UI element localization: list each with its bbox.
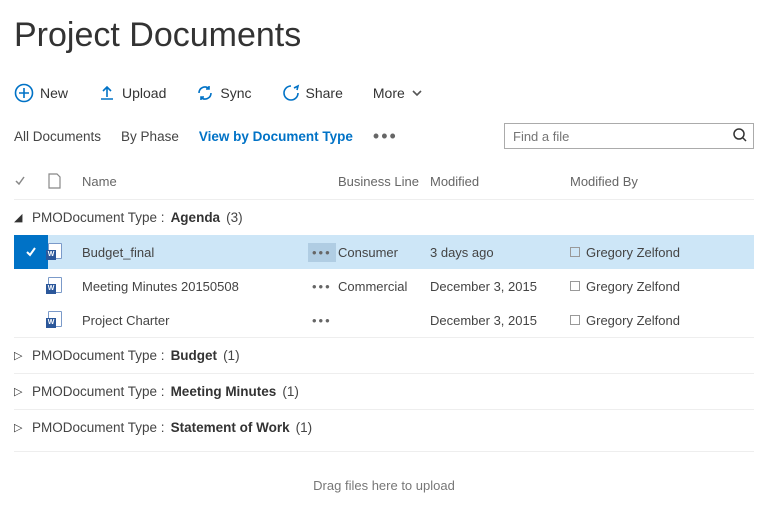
drop-zone-hint: Drag files here to upload <box>14 451 754 503</box>
user-presence-icon <box>570 247 580 257</box>
group-prefix: PMODocument Type : <box>32 420 165 435</box>
modified-cell: 3 days ago <box>430 245 570 260</box>
group-label: Agenda <box>171 210 221 225</box>
row-more-button[interactable]: ••• <box>308 243 336 262</box>
modified-by-cell: Gregory Zelfond <box>570 245 754 260</box>
page-title: Project Documents <box>14 16 754 55</box>
share-button[interactable]: Share <box>282 84 343 102</box>
search-icon[interactable] <box>732 127 748 143</box>
document-table: Name Business Line Modified Modified By … <box>14 169 754 445</box>
new-button[interactable]: New <box>14 83 68 103</box>
file-type-icon <box>48 311 78 330</box>
group-label: Meeting Minutes <box>171 384 277 399</box>
more-views-button[interactable]: ••• <box>373 126 398 147</box>
new-label: New <box>40 85 68 101</box>
sync-label: Sync <box>220 85 251 101</box>
caret-down-icon: ◢ <box>14 211 26 224</box>
more-button[interactable]: More <box>373 85 423 101</box>
group-label: Statement of Work <box>171 420 290 435</box>
modified-by-cell: Gregory Zelfond <box>570 279 754 294</box>
table-row[interactable]: Project Charter••• December 3, 2015Gregor… <box>14 303 754 337</box>
column-business-line[interactable]: Business Line <box>338 174 430 189</box>
file-type-icon <box>48 243 78 262</box>
business-line-cell: Commercial <box>338 279 430 294</box>
caret-right-icon: ▷ <box>14 385 26 398</box>
group-count: (3) <box>226 210 243 225</box>
sync-button[interactable]: Sync <box>196 84 251 102</box>
user-presence-icon <box>570 281 580 291</box>
view-all-documents[interactable]: All Documents <box>14 129 101 144</box>
table-row[interactable]: Meeting Minutes 20150508•••CommercialDec… <box>14 269 754 303</box>
word-doc-icon <box>48 311 62 327</box>
select-all-checkbox[interactable] <box>14 175 48 187</box>
search-input[interactable] <box>504 123 754 149</box>
search-box <box>504 123 754 149</box>
row-more-button[interactable]: ••• <box>308 277 336 296</box>
column-modified[interactable]: Modified <box>430 174 570 189</box>
views-bar: All Documents By Phase View by Document … <box>14 126 398 147</box>
check-icon <box>25 246 37 258</box>
business-line-cell: Consumer <box>338 245 430 260</box>
group-header[interactable]: ◢ PMODocument Type : Agenda (3) <box>14 199 754 235</box>
sync-icon <box>196 84 214 102</box>
group-header[interactable]: ▷ PMODocument Type : Meeting Minutes (1) <box>14 373 754 409</box>
view-by-phase[interactable]: By Phase <box>121 129 179 144</box>
plus-circle-icon <box>14 83 34 103</box>
group-count: (1) <box>223 348 240 363</box>
group-count: (1) <box>282 384 299 399</box>
group-header[interactable]: ▷ PMODocument Type : Statement of Work (1… <box>14 409 754 445</box>
column-modified-by[interactable]: Modified By <box>570 174 754 189</box>
share-icon <box>282 84 300 102</box>
upload-button[interactable]: Upload <box>98 84 166 102</box>
group-prefix: PMODocument Type : <box>32 384 165 399</box>
modified-by-cell: Gregory Zelfond <box>570 313 754 328</box>
group-prefix: PMODocument Type : <box>32 348 165 363</box>
group-label: Budget <box>171 348 218 363</box>
view-by-document-type[interactable]: View by Document Type <box>199 129 353 144</box>
group-header[interactable]: ▷ PMODocument Type : Budget (1) <box>14 337 754 373</box>
row-checkbox[interactable] <box>14 235 48 269</box>
modified-cell: December 3, 2015 <box>430 313 570 328</box>
toolbar: New Upload Sync Share More <box>14 83 754 103</box>
more-label: More <box>373 85 405 101</box>
upload-label: Upload <box>122 85 166 101</box>
file-type-icon <box>48 277 78 296</box>
share-label: Share <box>306 85 343 101</box>
column-name[interactable]: Name <box>78 174 308 189</box>
file-name[interactable]: Meeting Minutes 20150508 <box>78 279 308 294</box>
row-more-button[interactable]: ••• <box>308 311 336 330</box>
caret-right-icon: ▷ <box>14 421 26 434</box>
group-count: (1) <box>296 420 313 435</box>
word-doc-icon <box>48 243 62 259</box>
caret-right-icon: ▷ <box>14 349 26 362</box>
word-doc-icon <box>48 277 62 293</box>
upload-icon <box>98 84 116 102</box>
table-header: Name Business Line Modified Modified By <box>14 169 754 199</box>
type-column-icon <box>48 173 78 189</box>
modified-cell: December 3, 2015 <box>430 279 570 294</box>
user-presence-icon <box>570 315 580 325</box>
file-name[interactable]: Budget_final <box>78 245 308 260</box>
table-row[interactable]: Budget_final•••Consumer3 days agoGregory… <box>14 235 754 269</box>
chevron-down-icon <box>411 87 423 99</box>
group-prefix: PMODocument Type : <box>32 210 165 225</box>
check-icon <box>14 175 26 187</box>
file-name[interactable]: Project Charter <box>78 313 308 328</box>
